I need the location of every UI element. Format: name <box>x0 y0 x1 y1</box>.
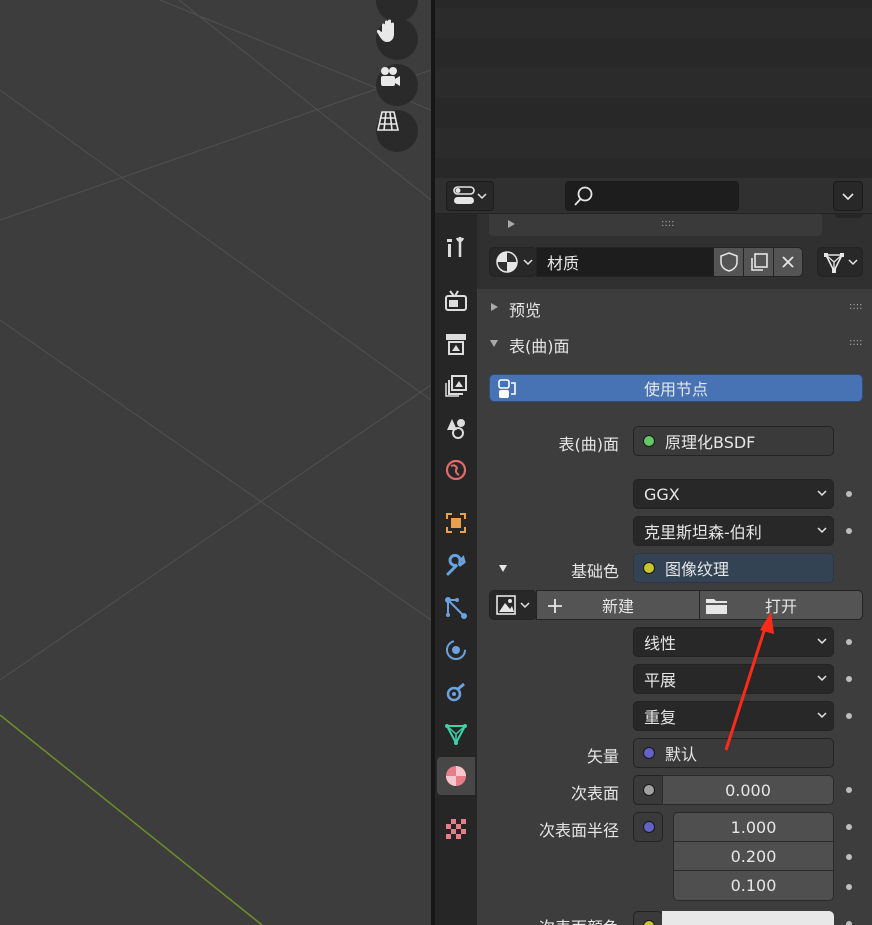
annotation-arrow <box>724 612 774 751</box>
